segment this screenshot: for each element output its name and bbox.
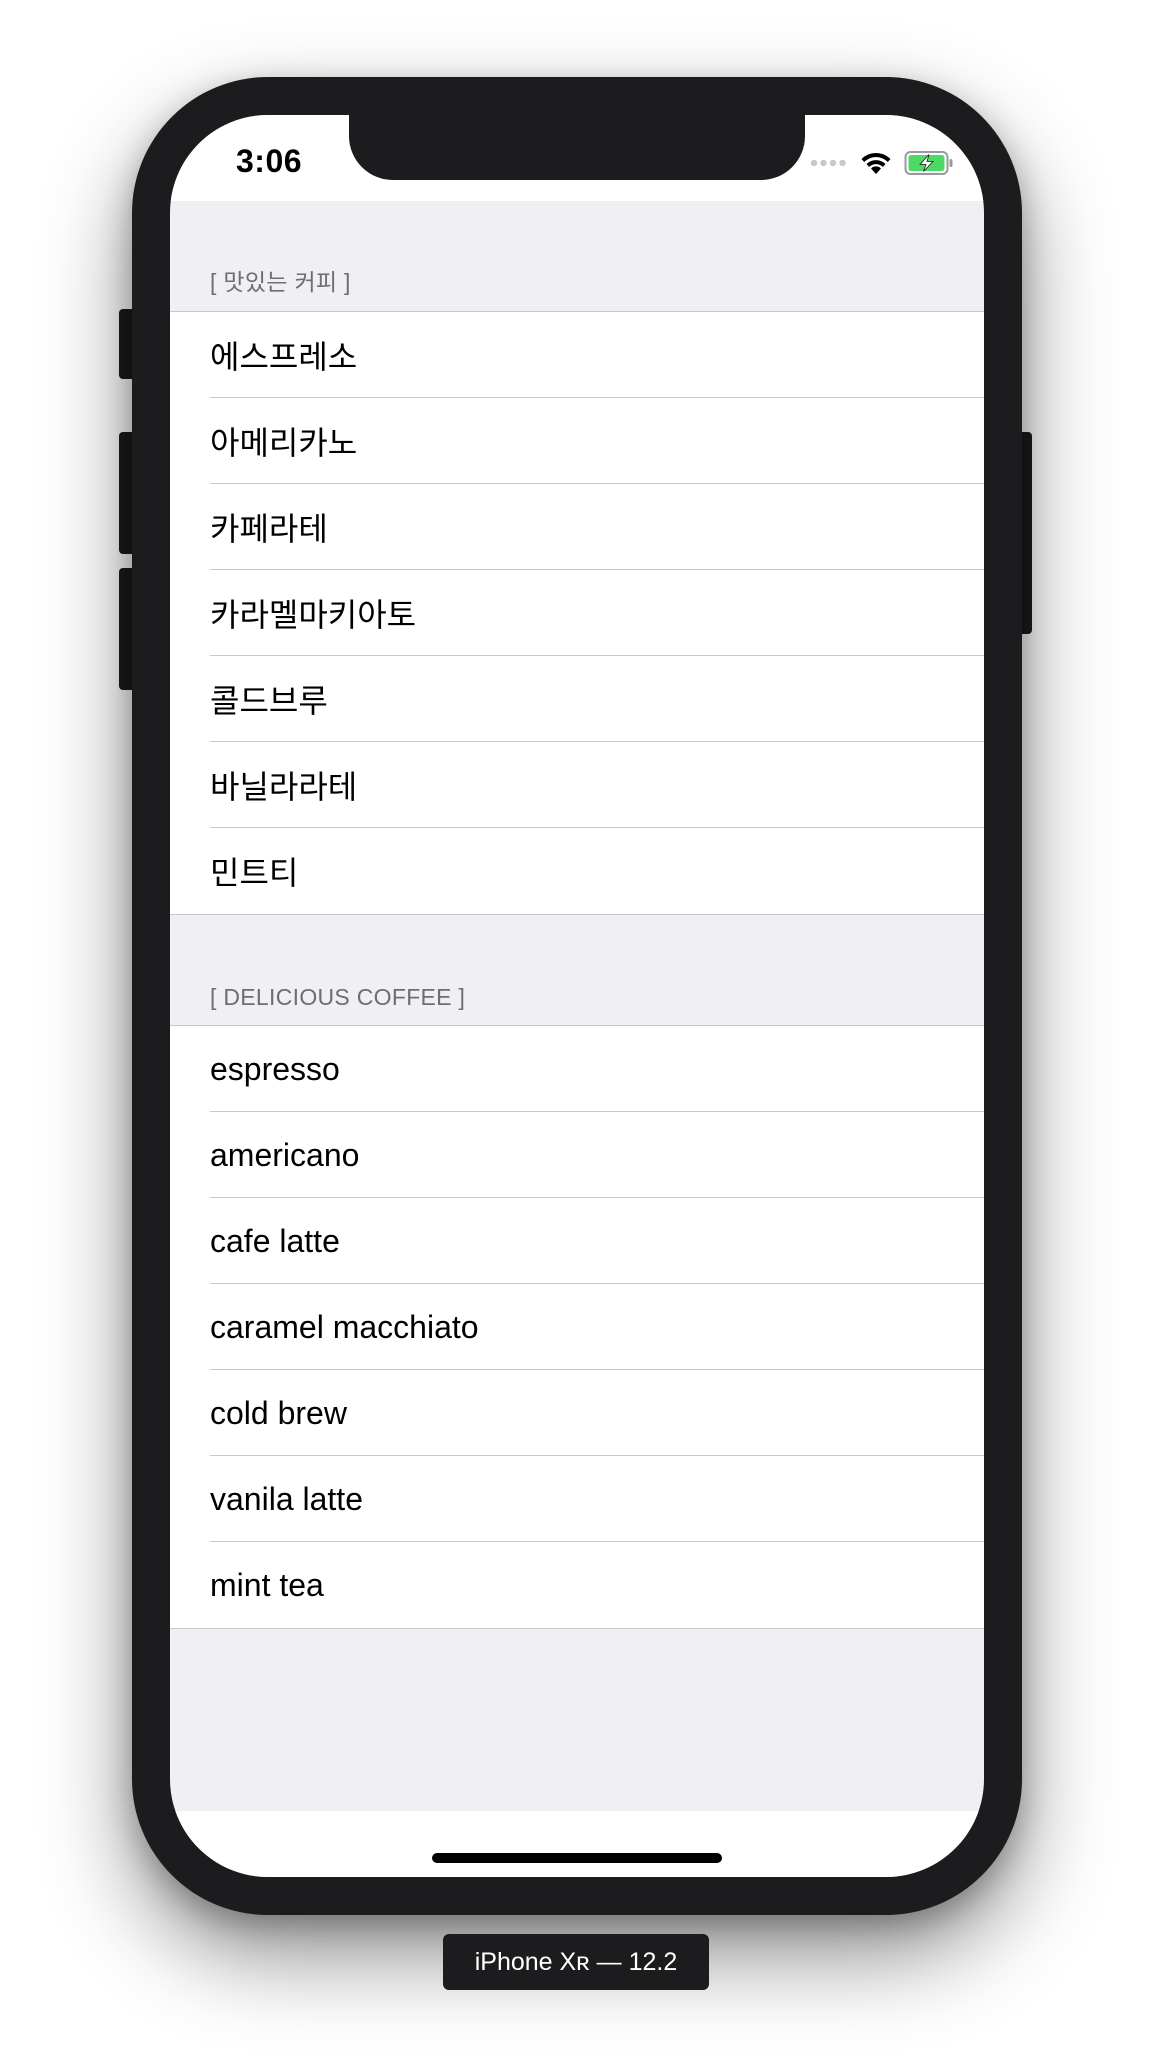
section-header-english: [ DELICIOUS COFFEE ] [170,915,984,1026]
home-indicator[interactable] [432,1853,722,1863]
status-time: 3:06 [236,143,303,179]
row-label: 에스프레소 [210,339,358,375]
section-title: [ DELICIOUS COFFEE ] [210,984,466,1010]
wifi-icon [861,152,891,174]
table-row[interactable]: cold brew [170,1370,984,1456]
row-label: caramel macchiato [210,1308,479,1345]
row-label: cold brew [210,1394,347,1431]
table-row[interactable]: 바닐라라테 [170,742,984,828]
row-label: americano [210,1136,360,1173]
row-label: 카페라테 [210,511,328,547]
row-label: mint tea [210,1566,324,1603]
signal-icon [810,159,846,167]
section-header-korean: [ 맛있는 커피 ] [170,201,984,312]
table-row[interactable]: cafe latte [170,1198,984,1284]
battery-charging-icon [904,151,953,175]
section-title: [ 맛있는 커피 ] [210,269,351,295]
device-screen: 3:06 [ 맛있는 커피 ] 에스프레소 아메리카노 카페라테 카라멜마키아토… [170,115,984,1877]
table-row[interactable]: 콜드브루 [170,656,984,742]
table-row[interactable]: 민트티 [170,828,984,914]
simulator-device-label: iPhone Xʀ — 12.2 [443,1934,709,1990]
table-row[interactable]: 카페라테 [170,484,984,570]
table-row[interactable]: 에스프레소 [170,312,984,398]
table-row[interactable]: mint tea [170,1542,984,1628]
table-row[interactable]: 아메리카노 [170,398,984,484]
table-row[interactable]: vanila latte [170,1456,984,1542]
table-row[interactable]: americano [170,1112,984,1198]
row-label: 콜드브루 [210,683,328,719]
home-area [170,1811,984,1877]
notch [349,115,805,180]
row-label: espresso [210,1050,340,1087]
table-row[interactable]: espresso [170,1026,984,1112]
row-label: cafe latte [210,1222,340,1259]
row-label: vanila latte [210,1480,363,1517]
row-label: 카라멜마키아토 [210,597,417,633]
row-label: 아메리카노 [210,425,358,461]
section-rows-korean: 에스프레소 아메리카노 카페라테 카라멜마키아토 콜드브루 바닐라라테 민트티 [170,312,984,915]
row-label: 바닐라라테 [210,769,358,805]
status-icons [810,149,954,177]
table-row[interactable]: caramel macchiato [170,1284,984,1370]
row-label: 민트티 [210,855,299,891]
grouped-table-view: [ 맛있는 커피 ] 에스프레소 아메리카노 카페라테 카라멜마키아토 콜드브루… [170,201,984,1629]
section-rows-english: espresso americano cafe latte caramel ma… [170,1026,984,1629]
table-row[interactable]: 카라멜마키아토 [170,570,984,656]
